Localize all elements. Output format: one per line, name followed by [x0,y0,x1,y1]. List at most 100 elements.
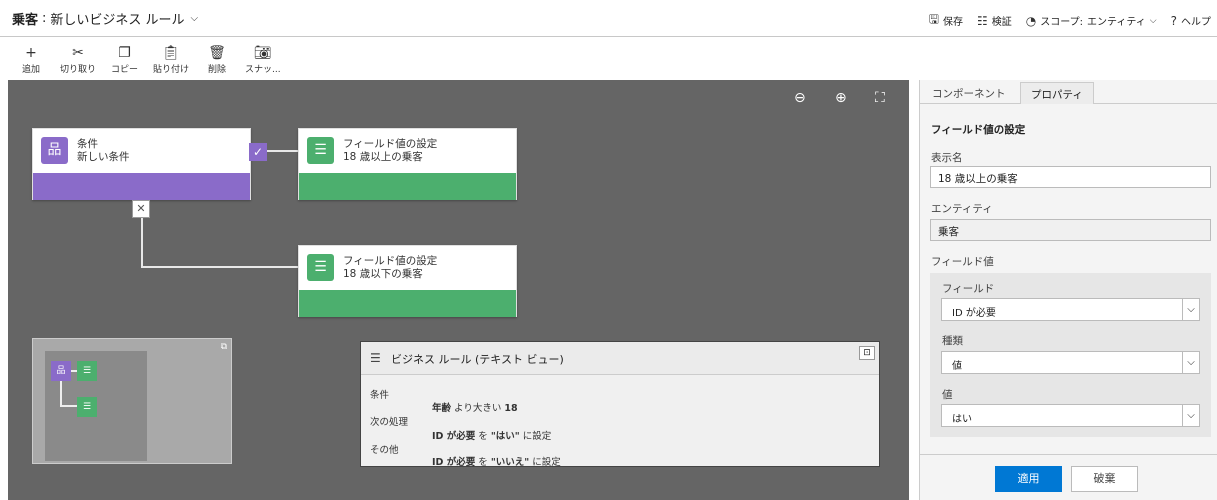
action-node-false[interactable]: ☰ フィールド値の設定 18 歳以下の乗客 [298,245,517,317]
field-label: フィールド [942,283,995,295]
type-label: 種類 [942,335,963,347]
snapshot-button[interactable]: 📷︎ スナッ... [245,44,281,75]
checklist-icon: ☷ [976,13,988,28]
properties-panel: コンポーネント プロパティ フィールド値の設定 表示名 18 歳以上の乗客 エン… [919,80,1217,500]
save-button[interactable]: 🖫 保存 [929,10,963,31]
rule-name: 新しいビジネス ルール [50,13,185,28]
connector-false-horizontal [141,266,299,268]
scope-icon: ◔ [1025,13,1037,28]
chevron-down-icon: ⌵ [1182,405,1199,426]
copy-button[interactable]: ❐ コピー [111,44,138,75]
display-name-label: 表示名 [931,152,963,164]
help-icon: ? [1170,13,1177,28]
condition-icon: 品 [41,137,68,164]
entity-name: 乗客 [12,13,39,28]
minimap-connector [60,405,77,407]
fit-to-screen-icon[interactable]: ⛶ [875,90,885,106]
action-node-name: 18 歳以上の乗客 [343,151,423,163]
chevron-down-icon[interactable]: ⌵ [191,13,199,24]
value-label: 値 [942,389,953,401]
scope-dropdown[interactable]: ◔ スコープ: エンティティ ⌵ [1025,13,1157,29]
tab-components[interactable]: コンポーネント [922,82,1016,104]
zoom-out-icon[interactable]: ⊖ [794,90,806,106]
top-actions: 🖫 保存 ☷ 検証 ◔ スコープ: エンティティ ⌵ ? ヘルプ [929,10,1211,31]
field-value-label: フィールド値 [931,256,994,268]
chevron-down-icon: ⌵ [1182,352,1199,373]
top-bar: 乗客 : 新しいビジネス ルール ⌵ 🖫 保存 ☷ 検証 ◔ スコープ: エンテ… [0,0,1217,37]
display-name-field[interactable]: 18 歳以上の乗客 [930,166,1211,188]
then-label: 次の処理 [370,417,409,428]
set-field-value-icon: ☰ [307,137,334,164]
scissors-icon: ✂ [72,45,84,61]
condition-text: 年齢 より大きい 18 [432,403,518,414]
condition-node-bar [33,173,250,200]
check-icon[interactable]: ✓ [249,143,267,161]
scope-value: エンティティ [1086,17,1146,28]
entity-label: エンティティ [931,203,993,215]
text-view-panel: ☰ ビジネス ルール (テキスト ビュー) ⊡ 条件 年齢 より大きい 18 次… [360,341,880,468]
expand-icon[interactable]: ⊡ [859,346,875,360]
type-select-value: 値 [952,361,962,372]
zoom-in-icon[interactable]: ⊕ [835,90,847,106]
action-node-bar [299,173,516,200]
title-separator: : [42,11,47,26]
minimap-action-node: ☰ [77,397,97,417]
minimap[interactable]: ⧉ 品 ☰ ☰ [32,338,232,464]
value-select-value: はい [952,414,972,425]
tab-properties[interactable]: プロパティ [1020,82,1094,104]
validate-label: 検証 [991,17,1012,28]
save-icon: 🖫 [928,12,939,26]
ribbon-toolbar: + 追加 ✂ 切り取り ❐ コピー 📋︎ 貼り付け 🗑︎ 削除 📷︎ スナッ..… [0,38,1217,80]
apply-button[interactable]: 適用 [995,466,1062,492]
validate-button[interactable]: ☷ 検証 [976,13,1012,29]
trash-icon: 🗑︎ [208,45,226,61]
condition-node-name: 新しい条件 [77,151,130,163]
delete-button[interactable]: 🗑︎ 削除 [208,44,226,75]
field-select-value: ID が必要 [952,308,996,319]
minimap-action-node: ☰ [77,361,97,381]
entity-field: 乗客 [930,219,1211,241]
copy-label: コピー [111,65,139,75]
rules-icon: ☰ [370,351,381,365]
rule-title[interactable]: 乗客 : 新しいビジネス ルール ⌵ [12,9,198,28]
minimap-connector [60,381,62,407]
paste-icon: 📋︎ [162,45,180,61]
cut-button[interactable]: ✂ 切り取り [60,44,96,75]
designer-canvas[interactable]: ⊖ ⊕ ⛶ 品 条件 新しい条件 ✓ ✕ ☰ フィールド値の設定 18 歳以上の… [8,80,909,500]
connector-true [267,150,299,152]
delete-label: 削除 [208,65,227,75]
action-node-type: フィールド値の設定 [343,255,438,267]
camera-icon: 📷︎ [253,45,272,61]
action-node-bar [299,290,516,317]
discard-button[interactable]: 破棄 [1071,466,1138,492]
panel-tabs: コンポーネント プロパティ [920,80,1217,104]
if-label: 条件 [370,390,390,401]
add-label: 追加 [22,65,41,75]
condition-node-type: 条件 [77,138,98,150]
chevron-down-icon: ⌵ [1182,299,1199,320]
chevron-down-icon: ⌵ [1149,15,1157,26]
value-select[interactable]: はい ⌵ [941,404,1200,427]
field-select[interactable]: ID が必要 ⌵ [941,298,1200,321]
plus-icon: + [25,45,37,61]
close-icon[interactable]: ✕ [132,200,150,218]
field-value-group: フィールド ID が必要 ⌵ 種類 値 ⌵ 値 はい ⌵ [930,273,1211,437]
condition-node[interactable]: 品 条件 新しい条件 [32,128,251,200]
action-node-true[interactable]: ☰ フィールド値の設定 18 歳以上の乗客 [298,128,517,200]
save-label: 保存 [942,17,963,28]
copy-icon: ❐ [118,45,131,61]
minimap-condition-node: 品 [51,361,71,381]
then-text: ID が必要 を "はい" に設定 [432,431,552,442]
panel-divider [920,454,1217,455]
type-select[interactable]: 値 ⌵ [941,351,1200,374]
add-button[interactable]: + 追加 [22,44,40,75]
else-text: ID が必要 を "いいえ" に設定 [432,457,561,468]
text-view-title: ビジネス ルール (テキスト ビュー) [391,353,564,366]
snapshot-label: スナッ... [245,65,281,75]
paste-button[interactable]: 📋︎ 貼り付け [153,44,189,75]
minimap-collapse-icon[interactable]: ⧉ [221,342,227,352]
action-node-name: 18 歳以下の乗客 [343,268,423,280]
help-button[interactable]: ? ヘルプ [1170,13,1211,29]
set-field-value-icon: ☰ [307,254,334,281]
paste-label: 貼り付け [153,65,190,75]
